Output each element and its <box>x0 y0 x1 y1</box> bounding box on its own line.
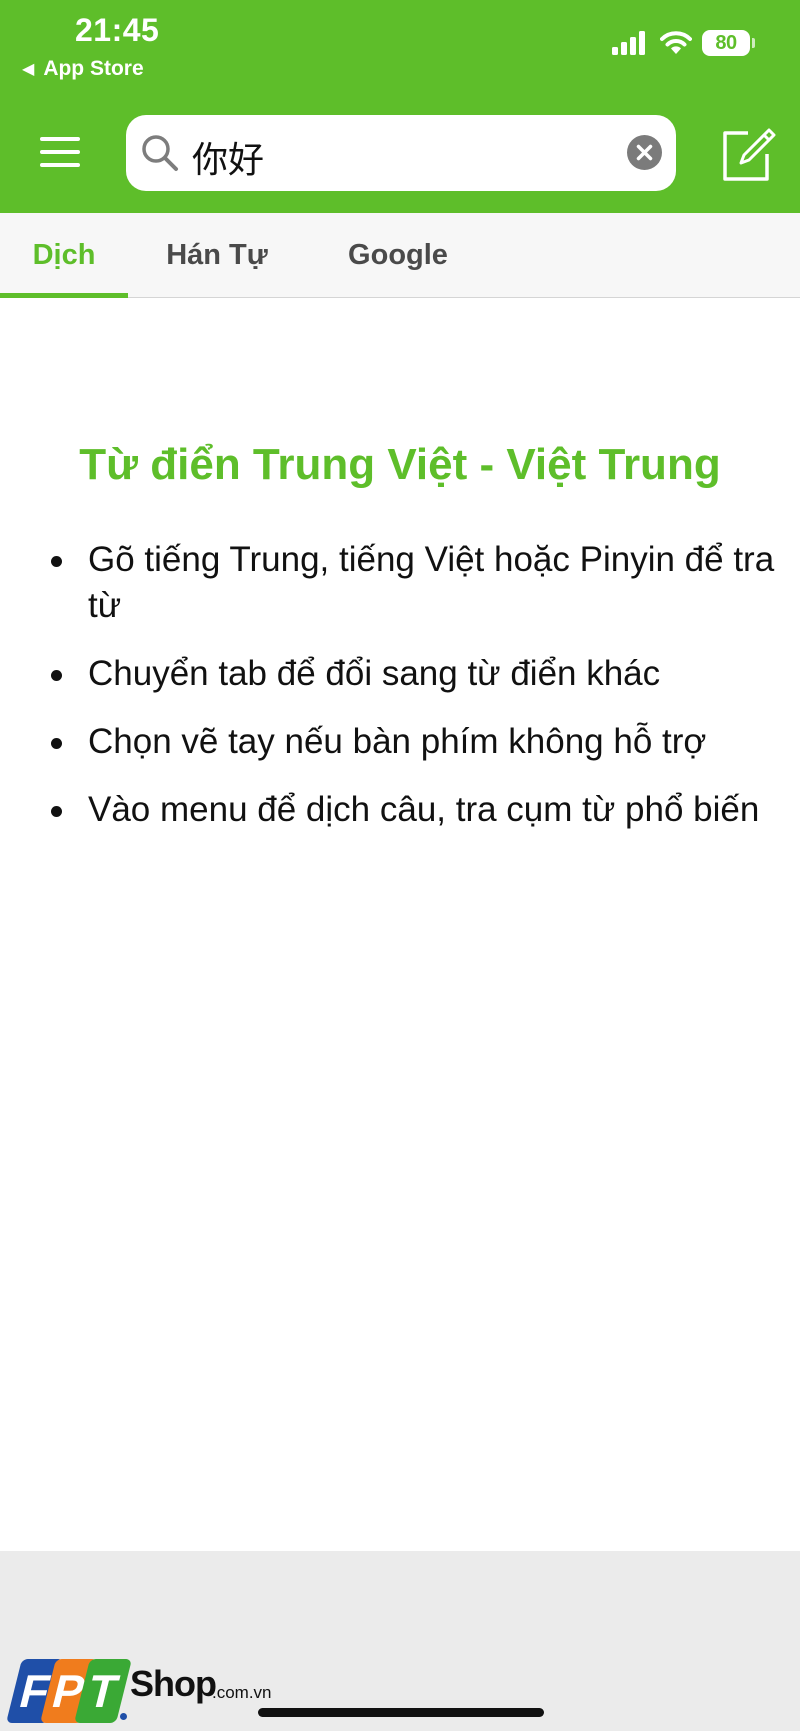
bottom-area: F P T Shop .com.vn <box>0 1551 800 1731</box>
list-item: Chuyển tab để đổi sang từ điển khác <box>48 651 798 697</box>
tip-text: Chuyển tab để đổi sang từ điển khác <box>88 654 661 693</box>
search-field[interactable]: 你好 <box>126 115 676 191</box>
back-label: App Store <box>43 57 144 80</box>
list-item: Chọn vẽ tay nếu bàn phím không hỗ trợ <box>48 719 798 765</box>
search-input[interactable]: 你好 <box>192 131 264 183</box>
back-arrow-icon: ◀ <box>22 61 35 78</box>
cellular-signal-icon <box>612 31 648 55</box>
bullet-icon <box>51 806 62 817</box>
magnifier-icon <box>142 135 178 171</box>
home-indicator[interactable] <box>258 1708 544 1717</box>
tip-text: Vào menu để dịch câu, tra cụm từ phổ biế… <box>88 790 760 829</box>
bullet-icon <box>51 738 62 749</box>
hamburger-menu-icon[interactable] <box>40 137 80 167</box>
tab-google[interactable]: Google <box>335 213 461 298</box>
logo-shop-text: Shop <box>130 1663 217 1704</box>
battery-icon: 80 <box>702 30 755 56</box>
tab-han-tu[interactable]: Hán Tự <box>152 213 282 298</box>
active-tab-indicator <box>0 293 128 298</box>
wifi-icon <box>660 31 692 54</box>
bullet-icon <box>51 556 62 567</box>
fpt-shop-logo: F P T Shop .com.vn <box>6 1655 272 1729</box>
dictionary-tabs: Dịch Hán Tự Google <box>0 213 800 298</box>
status-time: 21:45 <box>75 12 160 48</box>
bullet-icon <box>51 670 62 681</box>
app-screen: 21:45 ◀ App Store 80 你好 Dịch Hán Tự Goog… <box>0 0 800 1731</box>
back-to-app-store-link[interactable]: ◀ App Store <box>22 57 144 81</box>
tips-list: Gõ tiếng Trung, tiếng Việt hoặc Pinyin đ… <box>48 537 798 855</box>
pencil-edit-icon[interactable] <box>722 128 776 182</box>
status-icons: 80 <box>612 30 755 56</box>
clear-x-icon[interactable] <box>627 135 662 170</box>
list-item: Vào menu để dịch câu, tra cụm từ phổ biế… <box>48 787 798 833</box>
tab-dich[interactable]: Dịch <box>0 213 128 298</box>
page-title: Từ điển Trung Việt - Việt Trung <box>79 440 721 489</box>
tip-text: Chọn vẽ tay nếu bàn phím không hỗ trợ <box>88 722 707 761</box>
top-header: 21:45 ◀ App Store 80 你好 <box>0 0 800 213</box>
tip-text: Gõ tiếng Trung, tiếng Việt hoặc Pinyin đ… <box>88 540 775 625</box>
list-item: Gõ tiếng Trung, tiếng Việt hoặc Pinyin đ… <box>48 537 798 629</box>
logo-domain-text: .com.vn <box>212 1683 272 1702</box>
battery-level: 80 <box>715 31 737 54</box>
registered-mark-icon <box>120 1713 127 1720</box>
